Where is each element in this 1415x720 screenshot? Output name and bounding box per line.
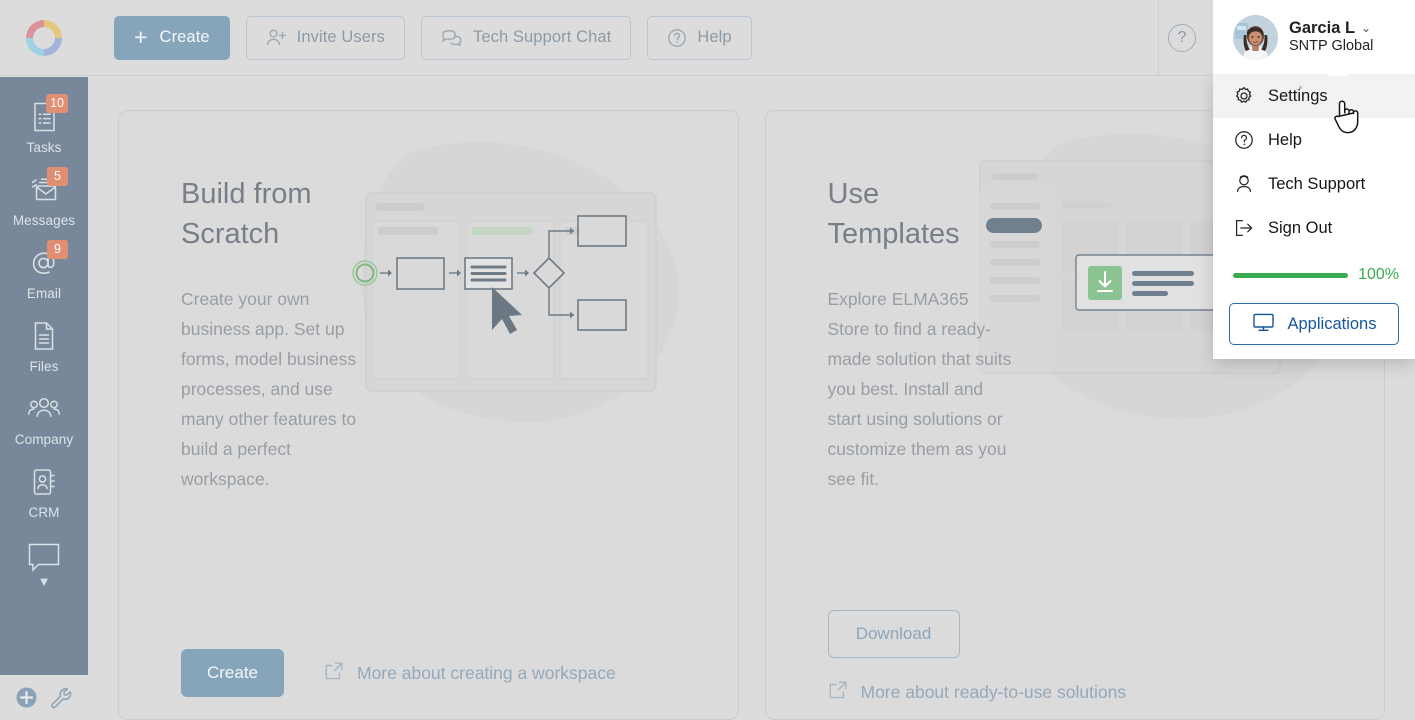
card-actions: Download More about ready-to-use solutio… xyxy=(827,610,1127,719)
chevron-down-icon: ⌄ xyxy=(1361,21,1372,36)
menu-item-sign-out[interactable]: Sign Out xyxy=(1213,206,1415,250)
document-icon xyxy=(24,317,64,355)
headset-person-icon xyxy=(1233,174,1254,194)
external-link-icon xyxy=(828,680,848,705)
sidebar-item-label: Company xyxy=(14,432,74,447)
sidebar-item-email[interactable]: 9 Email xyxy=(0,235,88,308)
toolbar-right-area: ? xyxy=(1168,0,1210,76)
progress-bar-fill xyxy=(1233,272,1349,278)
sidebar-item-tasks[interactable]: 10 Tasks xyxy=(0,89,88,162)
user-name: Garcia L xyxy=(1289,18,1356,37)
sidebar-item-label: Email xyxy=(26,286,62,301)
applications-label: Applications xyxy=(1287,314,1377,333)
menu-item-help[interactable]: Help xyxy=(1213,118,1415,162)
sidebar-item-label: Messages xyxy=(12,213,76,228)
download-button[interactable]: Download xyxy=(827,610,960,658)
progress-bar-track xyxy=(1233,272,1349,278)
menu-item-settings[interactable]: Settings xyxy=(1213,74,1415,118)
more-about-workspace-link[interactable]: More about creating a workspace xyxy=(324,661,616,686)
gear-icon xyxy=(1233,86,1254,106)
menu-item-tech-support[interactable]: Tech Support xyxy=(1213,162,1415,206)
more-about-solutions-link[interactable]: More about ready-to-use solutions xyxy=(828,680,1127,705)
envelope-stack-icon: 5 xyxy=(24,167,68,209)
more-link-label: More about creating a workspace xyxy=(357,662,616,683)
sidebar-item-label: Tasks xyxy=(26,140,62,155)
card-title: Use Templates xyxy=(827,178,960,250)
sidebar-badge: 9 xyxy=(47,240,68,259)
sidebar-footer xyxy=(0,675,88,720)
sidebar-item-company[interactable]: Company xyxy=(0,381,88,454)
tech-support-chat-label: Tech Support Chat xyxy=(472,28,612,46)
question-circle-icon xyxy=(667,28,687,48)
plus-circle-icon[interactable] xyxy=(15,686,38,709)
app-root: + Create Invite Users Tech Support Chat … xyxy=(0,0,1415,720)
card-body-text: Create your own business app. Set up for… xyxy=(181,289,357,489)
user-add-icon xyxy=(266,28,287,47)
toolbar-divider xyxy=(1158,0,1159,76)
sidebar-item-label: CRM xyxy=(28,505,60,520)
user-info: Garcia L ⌄ SNTP Global xyxy=(1289,19,1373,56)
help-button[interactable]: Help xyxy=(647,15,752,60)
invite-users-label: Invite Users xyxy=(296,28,385,46)
menu-item-label: Sign Out xyxy=(1268,218,1333,237)
user-menu-trigger[interactable]: Garcia L ⌄ SNTP Global xyxy=(1213,0,1415,74)
more-link-label: More about ready-to-use solutions xyxy=(860,682,1127,702)
elma-logo-icon xyxy=(21,15,67,61)
speech-bubble-icon xyxy=(22,536,66,578)
progress-dot-marker xyxy=(1299,86,1302,89)
menu-item-label: Help xyxy=(1268,130,1302,149)
app-logo[interactable] xyxy=(0,0,88,76)
sidebar-item-files[interactable]: Files xyxy=(0,308,88,381)
storage-progress: 100% xyxy=(1213,250,1415,284)
monitor-icon xyxy=(1252,312,1275,337)
card-build-from-scratch: Build from Scratch Create your own busin… xyxy=(118,110,739,720)
create-button[interactable]: + Create xyxy=(114,15,230,60)
chat-bubbles-icon xyxy=(441,29,463,47)
card-actions: Create More about creating a workspace xyxy=(181,649,616,719)
toolbar-buttons: + Create Invite Users Tech Support Chat … xyxy=(88,15,752,60)
user-organization: SNTP Global xyxy=(1289,38,1374,55)
create-button-label: Create xyxy=(159,28,210,46)
sidebar-item-label: Files xyxy=(29,359,59,374)
sidebar-badge: 5 xyxy=(47,167,68,186)
card-content: Build from Scratch Create your own busin… xyxy=(119,111,738,719)
user-dropdown-menu: Settings Help Tech Support Sign Out 100%… xyxy=(1213,74,1415,359)
checklist-icon: 10 xyxy=(24,94,68,136)
avatar xyxy=(1233,14,1278,60)
left-sidebar: 10 Tasks 5 Messages 9 Email Files Compan… xyxy=(0,77,88,675)
wrench-icon[interactable] xyxy=(48,686,73,710)
sidebar-item-crm[interactable]: CRM xyxy=(0,454,88,527)
dropdown-pointer xyxy=(1328,64,1350,76)
header-help-icon[interactable]: ? xyxy=(1168,24,1196,52)
external-link-icon xyxy=(324,661,344,686)
sidebar-item-chat[interactable]: ▼ xyxy=(0,527,88,596)
people-group-icon xyxy=(24,390,64,428)
create-workspace-button[interactable]: Create xyxy=(181,649,284,697)
card-title: Build from Scratch xyxy=(181,178,312,250)
menu-item-label: Settings xyxy=(1268,86,1328,105)
question-circle-icon xyxy=(1233,130,1254,150)
sign-out-icon xyxy=(1233,218,1254,238)
sidebar-badge: 10 xyxy=(46,94,68,113)
applications-button[interactable]: Applications xyxy=(1229,303,1399,345)
at-sign-icon: 9 xyxy=(24,240,68,282)
menu-item-label: Tech Support xyxy=(1268,174,1366,193)
help-button-label: Help xyxy=(697,28,732,46)
contact-book-icon xyxy=(24,463,64,501)
sidebar-item-messages[interactable]: 5 Messages xyxy=(0,162,88,235)
invite-users-button[interactable]: Invite Users xyxy=(245,15,405,60)
progress-percent-label: 100% xyxy=(1358,266,1399,283)
tech-support-chat-button[interactable]: Tech Support Chat xyxy=(420,15,632,60)
card-body-text: Explore ELMA365 Store to find a ready-ma… xyxy=(827,289,1012,489)
top-toolbar: + Create Invite Users Tech Support Chat … xyxy=(0,0,1415,76)
plus-icon: + xyxy=(134,24,148,50)
app-base-layer: + Create Invite Users Tech Support Chat … xyxy=(0,0,1415,720)
